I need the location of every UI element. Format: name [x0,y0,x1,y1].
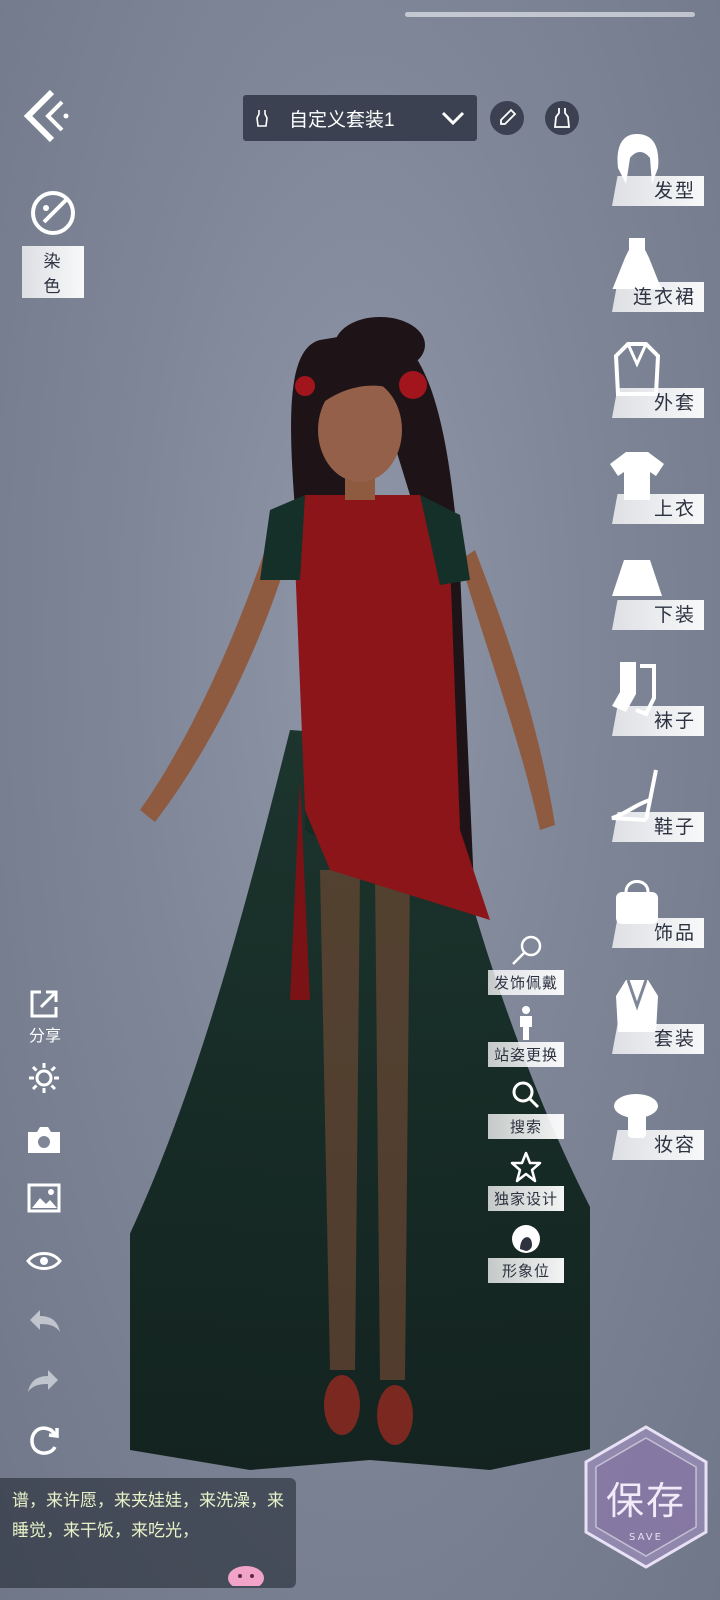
category-socks[interactable]: 袜子 [594,658,704,758]
brush-icon [500,108,517,125]
palette-icon [31,191,75,235]
back-arrow-icon [23,89,69,143]
search-icon [512,1081,540,1109]
visibility-button[interactable] [24,1240,64,1280]
save-button[interactable]: 保存 SAVE [583,1424,709,1570]
gallery-button[interactable] [24,1178,64,1218]
portrait-slot-button[interactable]: 形象位 [488,1220,564,1283]
category-top[interactable]: 上衣 [594,446,704,546]
share-button[interactable] [24,984,64,1024]
dress-outline-icon [554,108,570,128]
category-skirt[interactable]: 下装 [594,552,704,652]
chat-message: 谱，来许愿，来夹娃娃，来洗澡，来睡觉，来干饭，来吃光， [12,1491,284,1540]
tool-label: 发饰佩戴 [488,970,564,995]
chat-panel[interactable]: 谱，来许愿，来夹娃娃，来洗澡，来睡觉，来干饭，来吃光， [0,1478,296,1588]
back-button[interactable] [22,88,70,144]
category-shoes[interactable]: 鞋子 [594,764,704,864]
category-suit[interactable]: 套装 [594,976,704,1076]
outfit-detail-button[interactable] [545,101,579,135]
category-label: 外套 [612,388,704,418]
dress-small-icon [256,110,268,127]
pig-emoji-icon [228,1566,264,1586]
reset-button[interactable] [24,1420,64,1460]
search-button[interactable]: 搜索 [488,1076,564,1139]
exclusive-design-button[interactable]: 独家设计 [488,1148,564,1211]
category-coat[interactable]: 外套 [594,340,704,440]
hair-ornament-button[interactable]: 发饰佩戴 [488,932,564,995]
category-label: 妆容 [612,1130,704,1160]
camera-icon [28,1127,60,1153]
share-icon [30,990,58,1018]
category-label: 饰品 [612,918,704,948]
undo-icon [30,1310,60,1332]
category-label: 袜子 [612,706,704,736]
hair-ornament-icon [512,935,542,965]
refresh-icon [30,1426,59,1455]
outfit-selector[interactable]: 自定义套装1 [243,95,477,141]
save-sub-label: SAVE [629,1532,663,1543]
category-hair[interactable]: 发型 [594,128,704,228]
category-label: 连衣裙 [612,282,704,312]
edit-outfit-button[interactable] [490,101,524,135]
redo-button[interactable] [24,1360,64,1400]
dye-label: 染色 [22,246,84,298]
redo-icon [28,1370,58,1392]
portrait-icon [512,1225,540,1253]
pose-icon [520,1006,532,1040]
category-label: 下装 [612,600,704,630]
category-label: 发型 [612,176,704,206]
home-indicator [405,12,695,17]
star-icon [510,1151,542,1183]
image-icon [27,1183,61,1213]
gear-icon [29,1063,59,1093]
category-label: 上衣 [612,494,704,524]
category-makeup[interactable]: 妆容 [594,1082,704,1182]
save-label: 保存 [605,1479,686,1523]
category-accessories[interactable]: 饰品 [594,870,704,970]
tool-label: 形象位 [488,1258,564,1283]
eye-icon [26,1252,62,1270]
category-label: 套装 [612,1024,704,1054]
category-dress[interactable]: 连衣裙 [594,234,704,334]
settings-button[interactable] [24,1058,64,1098]
character-model [130,317,590,1470]
chevron-down-icon [441,111,465,126]
tool-label: 搜索 [488,1114,564,1139]
outfit-name: 自定义套装1 [289,109,395,131]
undo-button[interactable] [24,1300,64,1340]
dye-button[interactable]: 染色 [22,188,84,298]
share-label: 分享 [28,1026,61,1045]
camera-button[interactable] [24,1120,64,1160]
tool-label: 独家设计 [488,1186,564,1211]
change-pose-button[interactable]: 站姿更换 [488,1004,564,1067]
category-label: 鞋子 [612,812,704,842]
tool-label: 站姿更换 [488,1042,564,1067]
